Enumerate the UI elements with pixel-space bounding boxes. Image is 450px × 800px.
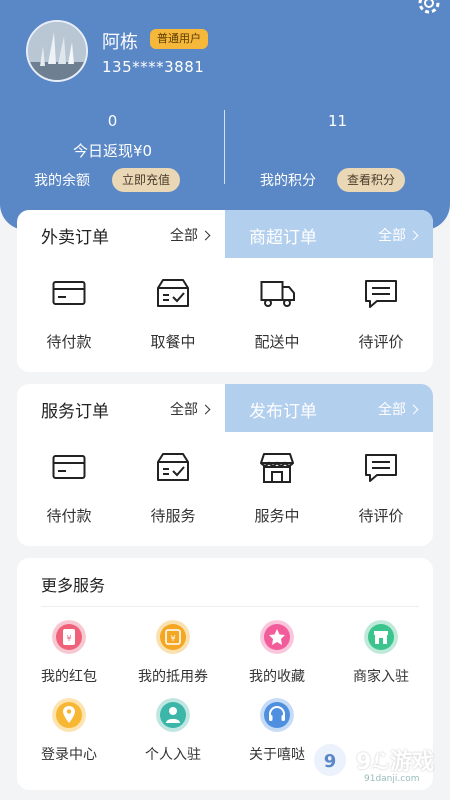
shop-icon	[364, 620, 398, 654]
takeout-delivering[interactable]: 配送中	[225, 258, 329, 368]
chat-icon	[365, 454, 397, 482]
takeout-status-grid: 待付款 取餐中 配送中 待评价	[17, 258, 433, 368]
service-label: 登录中心	[41, 747, 97, 763]
service-awaiting[interactable]: 待服务	[121, 432, 225, 542]
tab-takeout-orders[interactable]: 外卖订单 全部	[17, 210, 225, 258]
tab-title: 外卖订单	[41, 228, 109, 248]
user-name: 阿栋	[102, 32, 138, 53]
watermark-url: 91danji.com	[364, 774, 420, 784]
truck-icon	[260, 281, 295, 307]
takeout-pending-payment[interactable]: 待付款	[17, 258, 121, 368]
status-label: 待服务	[150, 507, 196, 525]
service-label: 我的抵用券	[138, 669, 208, 685]
member-badge: 普通用户	[150, 29, 208, 49]
tab-published-orders[interactable]: 发布订单 全部	[225, 384, 433, 432]
view-all-link[interactable]: 全部	[378, 399, 419, 419]
view-all-link[interactable]: 全部	[378, 225, 419, 245]
headset-icon	[260, 698, 294, 732]
service-to-review[interactable]: 待评价	[329, 432, 433, 542]
store-icon	[260, 453, 294, 483]
today-cashback: 今日返现¥0	[72, 142, 153, 160]
chevron-right-icon	[200, 404, 211, 415]
location-icon	[52, 698, 86, 732]
view-points-button[interactable]: 查看积分	[337, 168, 406, 192]
box-check-icon	[157, 279, 189, 307]
profile-header: 阿栋 普通用户 135****3881 0 今日返现¥0 11 我的余额 立即充…	[0, 0, 450, 230]
takeout-card-head: 外卖订单 全部 商超订单 全部	[17, 210, 433, 258]
avatar[interactable]	[26, 20, 88, 82]
tab-title: 发布订单	[249, 402, 317, 422]
tab-title: 服务订单	[41, 402, 109, 422]
chevron-right-icon	[200, 230, 211, 241]
chevron-right-icon	[408, 404, 419, 415]
coupon-icon: ¥	[156, 620, 190, 654]
more-services-title: 更多服务	[41, 576, 106, 595]
service-in-progress[interactable]: 服务中	[225, 432, 329, 542]
red-packet-icon: ¥	[52, 620, 86, 654]
tab-title: 商超订单	[249, 228, 317, 248]
watermark-logo-icon: 9	[314, 744, 346, 776]
profile-page: 阿栋 普通用户 135****3881 0 今日返现¥0 11 我的余额 立即充…	[0, 0, 450, 800]
takeout-orders-card: 外卖订单 全部 商超订单 全部 待付款 取餐中 配送中 待评价	[17, 210, 433, 372]
tab-service-orders[interactable]: 服务订单 全部	[17, 384, 225, 432]
user-phone: 135****3881	[102, 58, 205, 76]
takeout-picking-up[interactable]: 取餐中	[121, 258, 225, 368]
points-label: 我的积分	[260, 173, 316, 189]
service-label: 个人入驻	[145, 747, 201, 763]
service-label: 我的红包	[41, 669, 97, 685]
service-pending-payment[interactable]: 待付款	[17, 432, 121, 542]
box-check-icon	[157, 453, 189, 481]
recharge-button[interactable]: 立即充值	[112, 168, 181, 192]
service-status-grid: 待付款 待服务 服务中 待评价	[17, 432, 433, 542]
service-label: 商家入驻	[353, 669, 409, 685]
points-value: 11	[327, 112, 348, 130]
settings-gear-icon[interactable]	[416, 0, 442, 16]
svg-text:9: 9	[324, 751, 337, 772]
status-label: 服务中	[254, 507, 300, 525]
card-icon	[52, 455, 86, 479]
status-label: 取餐中	[150, 333, 196, 351]
site-watermark: 9 9ℒ游戏 91danji.com	[310, 740, 440, 786]
chat-icon	[365, 280, 397, 308]
balance-stat[interactable]: 0 今日返现¥0	[0, 112, 225, 161]
status-label: 待评价	[358, 507, 404, 525]
balance-label: 我的余额	[34, 173, 90, 189]
watermark-text: 9ℒ游戏	[356, 750, 435, 775]
card-icon	[52, 281, 86, 305]
tab-supermarket-orders[interactable]: 商超订单 全部	[225, 210, 433, 258]
view-all-link[interactable]: 全部	[170, 399, 211, 419]
status-label: 待付款	[46, 333, 92, 351]
divider	[41, 606, 419, 607]
view-all-link[interactable]: 全部	[170, 225, 211, 245]
status-label: 待评价	[358, 333, 404, 351]
service-orders-card: 服务订单 全部 发布订单 全部 待付款 待服务 服务中 待评价	[17, 384, 433, 546]
chevron-right-icon	[408, 230, 419, 241]
points-stat[interactable]: 11	[225, 112, 450, 130]
status-label: 待付款	[46, 507, 92, 525]
status-label: 配送中	[254, 333, 300, 351]
balance-value: 0	[107, 112, 118, 130]
svg-text:¥: ¥	[170, 634, 175, 643]
person-icon	[156, 698, 190, 732]
takeout-to-review[interactable]: 待评价	[329, 258, 433, 368]
star-icon	[260, 620, 294, 654]
service-card-head: 服务订单 全部 发布订单 全部	[17, 384, 433, 432]
service-label: 我的收藏	[249, 669, 305, 685]
svg-text:¥: ¥	[66, 634, 71, 643]
